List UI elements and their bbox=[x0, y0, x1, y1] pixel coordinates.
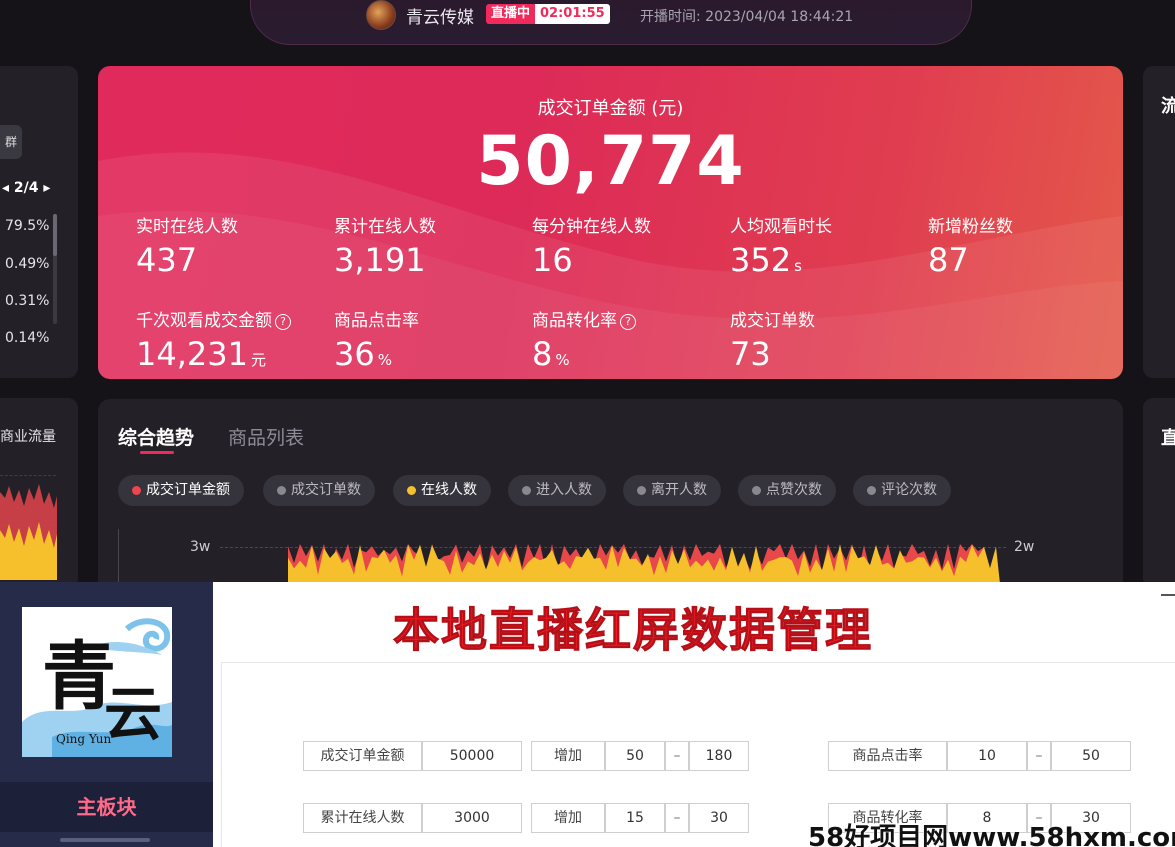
left-panel-toggle-button[interactable]: 群 bbox=[0, 125, 22, 159]
y-right-tick-label: 2w bbox=[1014, 539, 1035, 555]
left-panel-pager[interactable]: ◂ 2/4 ▸ bbox=[2, 180, 50, 196]
online-increment-max-input[interactable]: 30 bbox=[689, 803, 749, 833]
metric-conversion-rate: 商品转化率? 8% bbox=[532, 306, 636, 373]
online-increment-min-input[interactable]: 15 bbox=[605, 803, 665, 833]
traffic-panel-title: 商业流量 bbox=[0, 429, 56, 445]
help-icon[interactable]: ? bbox=[275, 314, 291, 330]
tab-overall-trend[interactable]: 综合趋势 bbox=[118, 423, 194, 450]
logo-english-text: Qing Yun bbox=[56, 732, 112, 746]
metric-label: 人均观看时长 bbox=[730, 217, 832, 237]
range-separator: – bbox=[1027, 741, 1051, 771]
range-separator: – bbox=[665, 803, 689, 833]
gmv-value-input[interactable]: 50000 bbox=[422, 741, 522, 771]
online-operation-select[interactable]: 增加 bbox=[531, 803, 605, 833]
metric-label: 千次观看成交金额? bbox=[136, 306, 291, 331]
management-app-window: 青 云 Qing Yun 主板块 本地直播红屏数据管理 成交订单金额 50000… bbox=[0, 582, 1175, 847]
metric-value: 14,231 元 bbox=[136, 335, 266, 373]
tab-product-list[interactable]: 商品列表 bbox=[228, 423, 304, 450]
left-panel-scrollbar[interactable] bbox=[53, 214, 57, 324]
app-title: 本地直播红屏数据管理 bbox=[393, 603, 873, 658]
metric-click-rate: 商品点击率 36% bbox=[334, 306, 419, 373]
field-label-cumulative-online: 累计在线人数 bbox=[303, 803, 422, 833]
streamer-avatar bbox=[366, 0, 396, 30]
cumulative-online-input[interactable]: 3000 bbox=[422, 803, 522, 833]
metric-label: 商品转化率? bbox=[532, 306, 636, 331]
mini-traffic-chart bbox=[0, 484, 57, 580]
app-sidebar: 青 云 Qing Yun 主板块 bbox=[0, 582, 213, 847]
logo-char-yun: 云 bbox=[104, 680, 163, 748]
metric-cumulative-online: 累计在线人数 3,191 bbox=[334, 212, 436, 279]
metric-per-minute-online: 每分钟在线人数 16 bbox=[532, 212, 651, 279]
metric-label: 实时在线人数 bbox=[136, 217, 238, 237]
chip-entered-users[interactable]: 进入人数 bbox=[508, 475, 606, 506]
chip-left-users[interactable]: 离开人数 bbox=[623, 475, 721, 506]
left-panel-percent: 0.14% bbox=[5, 330, 50, 346]
left-panel-percent: 0.31% bbox=[5, 293, 50, 309]
gmv-title: 成交订单金额 (元) bbox=[537, 98, 684, 119]
metric-value: 437 bbox=[136, 241, 198, 279]
metric-value: 36% bbox=[334, 335, 392, 373]
app-main-area: 本地直播红屏数据管理 成交订单金额 50000 增加 50 – 180 商品点击… bbox=[213, 582, 1175, 847]
chip-likes[interactable]: 点赞次数 bbox=[738, 475, 836, 506]
menu-item-main-board[interactable]: 主板块 bbox=[0, 782, 213, 832]
active-tab-indicator bbox=[140, 451, 174, 454]
metric-value: 8% bbox=[532, 335, 570, 373]
metric-value: 16 bbox=[532, 241, 573, 279]
metric-realtime-online: 实时在线人数 437 bbox=[136, 212, 238, 279]
metric-label: 新增粉丝数 bbox=[928, 217, 1013, 237]
gmv-operation-select[interactable]: 增加 bbox=[531, 741, 605, 771]
metric-label: 商品点击率 bbox=[334, 311, 419, 331]
metric-unit: s bbox=[794, 257, 802, 275]
metric-label: 累计在线人数 bbox=[334, 217, 436, 237]
metric-label: 成交订单数 bbox=[730, 311, 815, 331]
chip-order-count[interactable]: 成交订单数 bbox=[263, 475, 375, 506]
field-label-gmv: 成交订单金额 bbox=[303, 741, 422, 771]
metric-unit: 元 bbox=[250, 351, 266, 369]
click-rate-min-input[interactable]: 10 bbox=[947, 741, 1027, 771]
metric-order-count: 成交订单数 73 bbox=[730, 306, 815, 373]
live-dashboard: 青云传媒 直播中 02:01:55 开播时间: 2023/04/04 18:44… bbox=[0, 0, 1175, 582]
right-panel-title: 直 bbox=[1161, 428, 1175, 449]
metric-gpm: 千次观看成交金额? 14,231 元 bbox=[136, 306, 291, 373]
left-panel-percent: 0.49% bbox=[5, 256, 50, 272]
live-status-badge: 直播中 02:01:55 bbox=[486, 4, 610, 24]
metric-value: 352 s bbox=[730, 241, 802, 279]
field-label-click-rate: 商品点击率 bbox=[828, 741, 947, 771]
metric-new-followers: 新增粉丝数 87 bbox=[928, 212, 1013, 279]
gmv-value: 50,774 bbox=[476, 122, 745, 201]
live-timer: 02:01:55 bbox=[535, 4, 610, 24]
menu-item-next[interactable] bbox=[0, 832, 213, 847]
hero-metrics-card: 成交订单金额 (元) 50,774 实时在线人数 437 累计在线人数 3,19… bbox=[98, 66, 1123, 379]
minimize-icon[interactable] bbox=[1161, 594, 1175, 596]
right-panel-title: 流 bbox=[1161, 96, 1175, 117]
chart-y-axis bbox=[118, 529, 119, 582]
metric-value: 3,191 bbox=[334, 241, 426, 279]
metric-label: 每分钟在线人数 bbox=[532, 217, 651, 237]
metric-avg-watch-time: 人均观看时长 352 s bbox=[730, 212, 832, 279]
click-rate-max-input[interactable]: 50 bbox=[1051, 741, 1131, 771]
streamer-name: 青云传媒 bbox=[406, 8, 474, 28]
trend-card: 综合趋势 商品列表 成交订单金额 成交订单数 在线人数 进入人数 离开人数 点赞… bbox=[98, 399, 1123, 582]
chip-online-users[interactable]: 在线人数 bbox=[393, 475, 491, 506]
metric-value: 73 bbox=[730, 335, 771, 373]
trend-chart-area bbox=[288, 544, 1000, 582]
metric-unit: % bbox=[377, 351, 392, 369]
live-label: 直播中 bbox=[486, 4, 536, 24]
range-separator: – bbox=[665, 741, 689, 771]
metric-value: 87 bbox=[928, 241, 969, 279]
y-left-tick-label: 3w bbox=[190, 539, 211, 555]
qingyun-logo: 青 云 Qing Yun bbox=[22, 607, 172, 757]
chip-gmv[interactable]: 成交订单金额 bbox=[118, 475, 244, 506]
help-icon[interactable]: ? bbox=[620, 314, 636, 330]
gmv-increment-max-input[interactable]: 180 bbox=[689, 741, 749, 771]
left-panel-percent: 79.5% bbox=[5, 218, 50, 234]
metric-unit: % bbox=[555, 351, 570, 369]
gmv-increment-min-input[interactable]: 50 bbox=[605, 741, 665, 771]
chip-comments[interactable]: 评论次数 bbox=[853, 475, 951, 506]
stream-start-time: 开播时间: 2023/04/04 18:44:21 bbox=[640, 9, 854, 25]
site-watermark: 58好项目网www.58hxm.com bbox=[808, 823, 1175, 847]
live-header-bar bbox=[250, 0, 972, 45]
